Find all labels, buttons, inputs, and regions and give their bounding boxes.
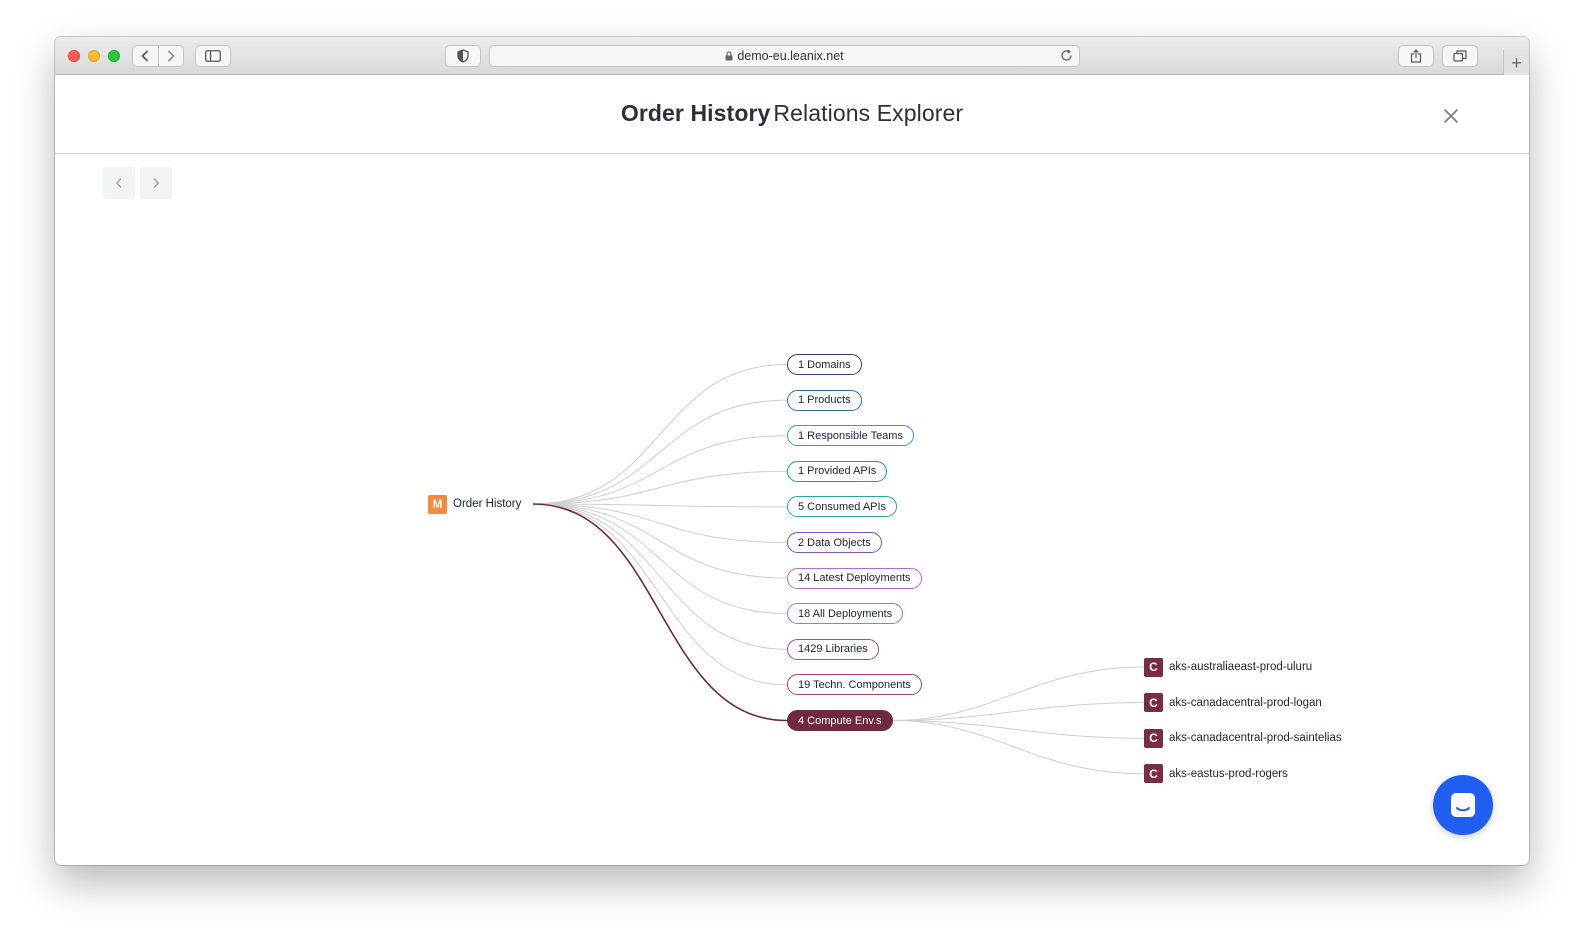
sidebar-icon xyxy=(205,50,221,62)
shield-icon xyxy=(457,49,469,63)
privacy-report-button[interactable] xyxy=(445,45,481,67)
relation-pill-label: 4 Compute Env.s xyxy=(798,714,882,727)
relation-pill-label: 1 Domains xyxy=(798,358,851,371)
child-fact-sheet-label: aks-eastus-prod-rogers xyxy=(1169,767,1288,780)
share-icon xyxy=(1410,49,1422,63)
minimize-window-button[interactable] xyxy=(88,50,100,62)
fact-sheet-type-badge: C xyxy=(1144,657,1163,677)
relation-pill[interactable]: 14 Latest Deployments xyxy=(787,567,922,589)
chat-launcher-button[interactable] xyxy=(1433,775,1493,835)
child-fact-sheet[interactable]: Caks-canadacentral-prod-logan xyxy=(1144,693,1322,713)
tab-overview-button[interactable] xyxy=(1442,45,1478,67)
relation-edge xyxy=(532,503,788,615)
relation-pill[interactable]: 2 Data Objects xyxy=(787,532,882,553)
zoom-window-button[interactable] xyxy=(108,50,120,62)
relation-pill[interactable]: 1 Products xyxy=(787,389,862,411)
child-edge xyxy=(892,720,1145,775)
root-fact-sheet-label: Order History xyxy=(453,498,522,510)
child-fact-sheet[interactable]: Caks-australiaeast-prod-uluru xyxy=(1144,657,1312,677)
relation-pill-label: 5 Consumed APIs xyxy=(798,500,887,513)
relation-pill-label: 2 Data Objects xyxy=(798,536,871,549)
sidebar-toggle-button[interactable] xyxy=(195,45,231,67)
child-fact-sheet-label: aks-canadacentral-prod-saintelias xyxy=(1169,732,1342,745)
root-fact-sheet[interactable]: M Order History xyxy=(428,494,521,514)
relation-pill-label: 18 All Deployments xyxy=(798,607,893,620)
chevron-right-icon xyxy=(167,50,175,62)
new-tab-button[interactable]: + xyxy=(1503,50,1529,76)
relation-pill[interactable]: 1 Provided APIs xyxy=(787,460,888,482)
relation-pill-label: 1 Provided APIs xyxy=(798,465,877,478)
fact-sheet-type-badge: M xyxy=(428,494,447,514)
child-fact-sheet-label: aks-australiaeast-prod-uluru xyxy=(1169,661,1313,673)
share-button[interactable] xyxy=(1398,45,1434,67)
browser-window: demo-eu.leanix.net + Order History Relati… xyxy=(55,37,1529,865)
fact-sheet-type-badge: C xyxy=(1144,728,1163,748)
address-bar[interactable]: demo-eu.leanix.net xyxy=(489,45,1080,67)
page-content: Order History Relations Explorer M Order … xyxy=(55,75,1529,865)
relation-pill-label: 14 Latest Deployments xyxy=(798,572,911,585)
chevron-left-icon xyxy=(141,50,149,62)
relation-pill[interactable]: 1 Responsible Teams xyxy=(787,425,914,447)
browser-back-button[interactable] xyxy=(133,46,158,66)
relation-pill-label: 1 Responsible Teams xyxy=(798,429,903,442)
chat-icon xyxy=(1451,793,1475,817)
relation-pill[interactable]: 1 Domains xyxy=(787,354,862,375)
relation-pill[interactable]: 5 Consumed APIs xyxy=(787,496,898,518)
relation-edge xyxy=(532,435,788,505)
relation-edge xyxy=(532,503,788,722)
lock-icon xyxy=(725,51,733,61)
child-fact-sheet[interactable]: Caks-eastus-prod-rogers xyxy=(1144,764,1288,784)
browser-toolbar: demo-eu.leanix.net + xyxy=(55,37,1529,76)
relation-pill[interactable]: 1429 Libraries xyxy=(787,638,879,660)
browser-nav-group xyxy=(132,45,184,67)
relation-edge xyxy=(532,503,788,686)
relation-pill-label: 1 Products xyxy=(798,394,851,407)
fact-sheet-type-badge: C xyxy=(1144,764,1163,784)
browser-forward-button[interactable] xyxy=(157,46,183,66)
child-edge xyxy=(892,666,1145,721)
close-window-button[interactable] xyxy=(68,50,80,62)
url-text: demo-eu.leanix.net xyxy=(737,49,844,63)
relation-pill-label: 19 Techn. Components xyxy=(798,678,911,691)
relation-edge xyxy=(532,399,788,505)
reload-icon[interactable] xyxy=(1060,49,1073,62)
plus-icon: + xyxy=(1511,52,1522,73)
relation-edge xyxy=(532,503,788,650)
relation-pill[interactable]: 18 All Deployments xyxy=(787,603,904,625)
relation-pill-label: 1429 Libraries xyxy=(798,643,868,656)
child-fact-sheet[interactable]: Caks-canadacentral-prod-saintelias xyxy=(1144,728,1342,748)
relation-edge xyxy=(532,364,788,505)
child-fact-sheet-label: aks-canadacentral-prod-logan xyxy=(1169,696,1322,709)
fact-sheet-type-badge: C xyxy=(1144,693,1163,713)
relation-pill[interactable]: 4 Compute Env.s xyxy=(787,710,893,731)
relation-pill[interactable]: 19 Techn. Components xyxy=(787,674,922,696)
tabs-icon xyxy=(1453,50,1467,62)
